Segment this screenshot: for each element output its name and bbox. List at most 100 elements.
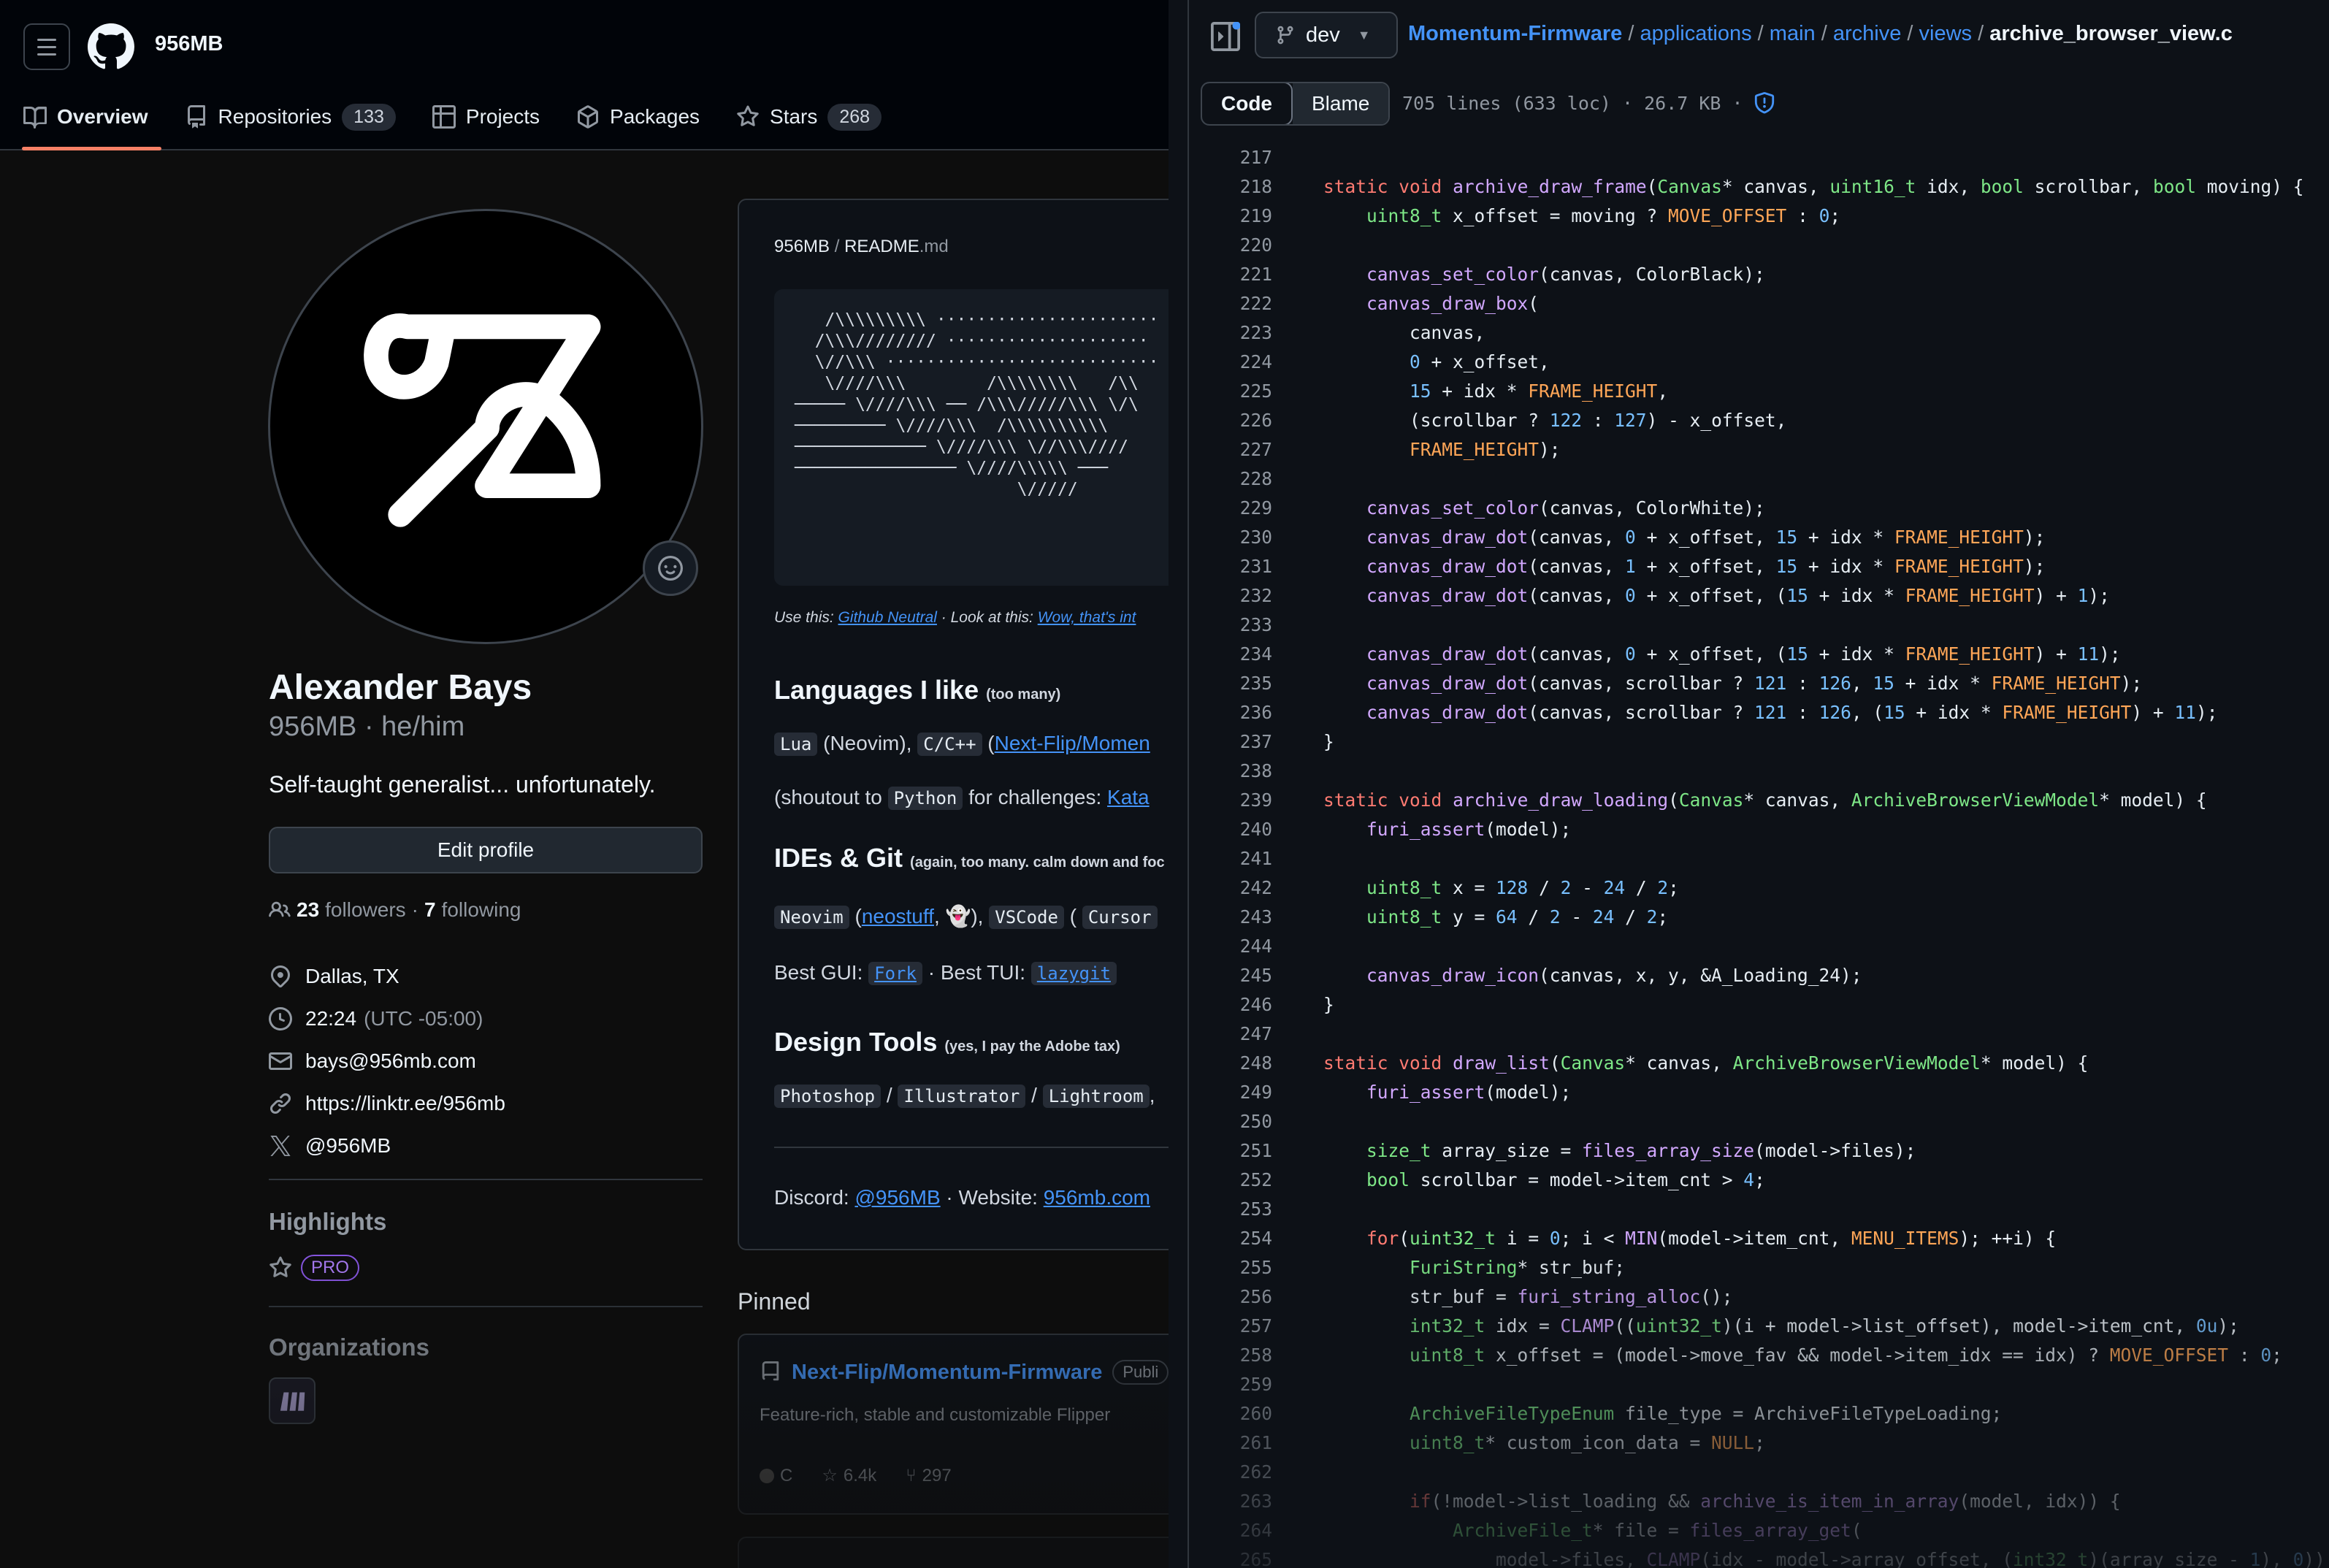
neostuff-link[interactable]: neostuff [862, 905, 934, 928]
line-number[interactable]: 224 [1189, 348, 1272, 377]
line-number[interactable]: 250 [1189, 1107, 1272, 1136]
line-number[interactable]: 228 [1189, 464, 1272, 494]
line-number[interactable]: 260 [1189, 1399, 1272, 1429]
line-number[interactable]: 237 [1189, 727, 1272, 757]
line-number[interactable]: 225 [1189, 377, 1272, 406]
tab-stars[interactable]: Stars 268 [736, 95, 882, 139]
line-number[interactable]: 233 [1189, 611, 1272, 640]
tab-blame[interactable]: Blame [1293, 83, 1389, 124]
line-number[interactable]: 219 [1189, 202, 1272, 231]
line-number[interactable]: 255 [1189, 1253, 1272, 1282]
line-number[interactable]: 259 [1189, 1370, 1272, 1399]
line-number[interactable]: 220 [1189, 231, 1272, 260]
line-number[interactable]: 261 [1189, 1429, 1272, 1458]
line-number[interactable]: 227 [1189, 435, 1272, 464]
github-logo-icon[interactable] [88, 23, 134, 70]
line-number[interactable]: 221 [1189, 260, 1272, 289]
line-number[interactable]: 249 [1189, 1078, 1272, 1107]
readme-owner[interactable]: 956MB [774, 237, 830, 256]
followers-label[interactable]: followers [325, 898, 405, 922]
tab-projects[interactable]: Projects [432, 95, 540, 139]
line-number[interactable]: 265 [1189, 1545, 1272, 1568]
github-neutral-link[interactable]: Github Neutral [838, 609, 937, 626]
organization-avatar[interactable] [269, 1377, 315, 1424]
line-number[interactable]: 217 [1189, 143, 1272, 172]
tab-repositories[interactable]: Repositories 133 [185, 95, 396, 139]
website-link-readme[interactable]: 956mb.com [1044, 1186, 1150, 1209]
email-row[interactable]: bays@956mb.com [269, 1040, 505, 1082]
fork-link[interactable]: Fork [868, 962, 922, 985]
code-listing[interactable]: 217 218 static void archive_draw_frame(Can… [1189, 143, 2329, 1568]
x-row[interactable]: @956MB [269, 1125, 505, 1167]
line-number[interactable]: 242 [1189, 873, 1272, 903]
momentum-link[interactable]: Next-Flip/Momen [995, 732, 1150, 754]
line-number[interactable]: 226 [1189, 406, 1272, 435]
line-number[interactable]: 234 [1189, 640, 1272, 669]
email-link[interactable]: bays@956mb.com [305, 1049, 476, 1073]
website-link[interactable]: https://linktr.ee/956mb [305, 1092, 505, 1115]
line-number[interactable]: 262 [1189, 1458, 1272, 1487]
line-number[interactable]: 230 [1189, 523, 1272, 552]
line-number[interactable]: 264 [1189, 1516, 1272, 1545]
pro-badge[interactable]: PRO [301, 1255, 360, 1281]
line-number[interactable]: 263 [1189, 1487, 1272, 1516]
kata-link[interactable]: Kata [1107, 786, 1150, 808]
code-text: model->files, CLAMP(idx - model->array_o… [1323, 1549, 2329, 1568]
line-number[interactable]: 243 [1189, 903, 1272, 932]
breadcrumb-repo[interactable]: Momentum-Firmware [1408, 22, 1622, 45]
forks-meta[interactable]: ⑂ 297 [906, 1466, 951, 1486]
following-count[interactable]: 7 [424, 898, 436, 922]
tab-packages[interactable]: Packages [576, 95, 700, 139]
discord-link[interactable]: @956MB [854, 1186, 940, 1209]
breadcrumb-applications[interactable]: applications [1640, 22, 1751, 45]
line-number[interactable]: 235 [1189, 669, 1272, 698]
line-number[interactable]: 232 [1189, 581, 1272, 611]
tab-overview[interactable]: Overview [22, 95, 161, 150]
line-number[interactable]: 251 [1189, 1136, 1272, 1166]
line-number[interactable]: 223 [1189, 318, 1272, 348]
x-handle[interactable]: @956MB [305, 1134, 391, 1158]
branch-selector[interactable]: dev ▼ [1255, 12, 1398, 58]
line-number[interactable]: 218 [1189, 172, 1272, 202]
tab-code[interactable]: Code [1202, 83, 1293, 124]
lazygit-link[interactable]: lazygit [1030, 962, 1117, 985]
look-at-link[interactable]: Wow, that's int [1038, 609, 1136, 626]
line-number[interactable]: 252 [1189, 1166, 1272, 1195]
line-number[interactable]: 239 [1189, 786, 1272, 815]
line-number[interactable]: 240 [1189, 815, 1272, 844]
line-number[interactable]: 258 [1189, 1341, 1272, 1370]
breadcrumb-main[interactable]: main [1770, 22, 1816, 45]
line-number[interactable]: 238 [1189, 757, 1272, 786]
line-number[interactable]: 256 [1189, 1282, 1272, 1312]
pinned-repo-link[interactable]: Next-Flip/Momentum-Firmware [792, 1361, 1102, 1385]
line-number[interactable]: 253 [1189, 1195, 1272, 1224]
line-number[interactable]: 246 [1189, 990, 1272, 1020]
avatar[interactable] [268, 209, 703, 644]
stars-meta[interactable]: ☆ 6.4k [822, 1465, 876, 1486]
code-line: 246} [1189, 990, 2329, 1020]
breadcrumb-archive[interactable]: archive [1833, 22, 1902, 45]
breadcrumb-views[interactable]: views [1919, 22, 1973, 45]
line-number[interactable]: 247 [1189, 1020, 1272, 1049]
line-number[interactable]: 229 [1189, 494, 1272, 523]
followers-count[interactable]: 23 [297, 898, 319, 922]
shield-icon[interactable] [1754, 92, 1775, 114]
following-label[interactable]: following [442, 898, 521, 922]
owner-name[interactable]: 956MB [155, 32, 223, 56]
line-number[interactable]: 245 [1189, 961, 1272, 990]
line-number[interactable]: 254 [1189, 1224, 1272, 1253]
readme-file[interactable]: README [844, 237, 919, 256]
line-number[interactable]: 244 [1189, 932, 1272, 961]
line-number[interactable]: 248 [1189, 1049, 1272, 1078]
set-status-button[interactable] [643, 540, 698, 596]
website-row[interactable]: https://linktr.ee/956mb [269, 1082, 505, 1125]
expand-file-tree-icon[interactable] [1211, 22, 1240, 51]
line-number[interactable]: 222 [1189, 289, 1272, 318]
menu-button[interactable] [23, 23, 70, 70]
edit-profile-button[interactable]: Edit profile [269, 827, 703, 873]
line-number[interactable]: 241 [1189, 844, 1272, 873]
line-number[interactable]: 231 [1189, 552, 1272, 581]
line-number[interactable]: 236 [1189, 698, 1272, 727]
line-number[interactable]: 257 [1189, 1312, 1272, 1341]
